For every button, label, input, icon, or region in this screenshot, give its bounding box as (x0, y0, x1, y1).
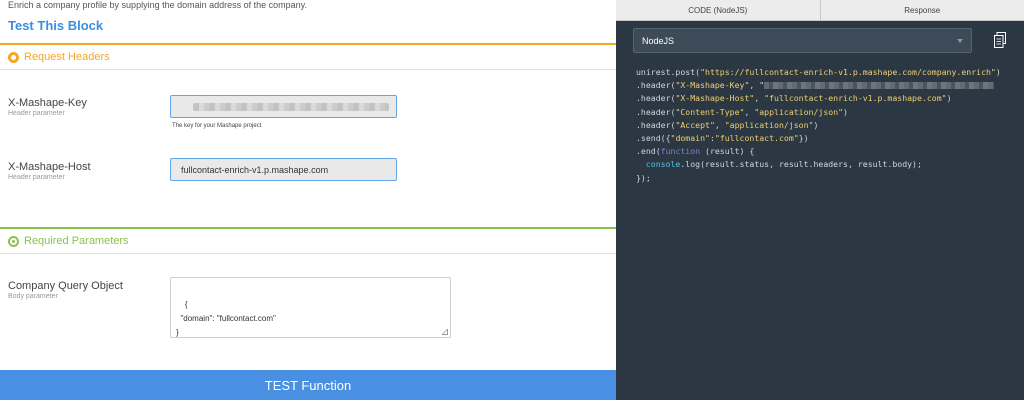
code-line: }); (636, 172, 651, 183)
company-query-value: { "domain": "fullcontact.com" } (176, 300, 276, 337)
block-title: Test This Block (8, 18, 104, 33)
code-line: console.log(result.status, result.header… (645, 159, 922, 170)
code-line: .end(function (result) { (636, 146, 755, 157)
copy-icon[interactable] (994, 32, 1006, 48)
code-tabs: CODE (NodeJS) Response (616, 0, 1024, 21)
test-block-panel: Enrich a company profile by supplying th… (0, 0, 616, 400)
company-query-textarea[interactable]: { "domain": "fullcontact.com" } (170, 277, 451, 338)
code-panel: CODE (NodeJS) Response NodeJS unirest.po… (616, 0, 1024, 400)
param-label-mashape-key: X-Mashape-Key (8, 97, 87, 109)
code-line: .header("X-Mashape-Host", "fullcontact-e… (636, 93, 952, 104)
language-select[interactable]: NodeJS (633, 28, 972, 53)
required-params-section-title: Required Parameters (8, 235, 129, 247)
section-divider-green (0, 227, 616, 229)
code-line: .header("Content-Type", "application/jso… (636, 106, 848, 117)
param-label-company-query: Company Query Object (8, 280, 123, 292)
param-sub-mashape-key: Header parameter (8, 110, 65, 117)
section-separator (0, 253, 616, 254)
request-headers-section-title: Request Headers (8, 51, 110, 63)
redacted-key (193, 103, 389, 111)
mashape-key-hint: The key for your Mashape project (172, 123, 262, 129)
param-sub-mashape-host: Header parameter (8, 174, 65, 181)
param-label-mashape-host: X-Mashape-Host (8, 161, 91, 173)
mashape-host-input[interactable]: fullcontact-enrich-v1.p.mashape.com (170, 158, 397, 181)
block-description: Enrich a company profile by supplying th… (8, 0, 307, 10)
section-separator (0, 69, 616, 70)
test-function-button[interactable]: TEST Function (0, 370, 616, 400)
tab-code-nodejs[interactable]: CODE (NodeJS) (616, 0, 821, 20)
request-headers-label: Request Headers (24, 51, 110, 63)
resize-handle-icon[interactable] (442, 329, 448, 335)
tab-response[interactable]: Response (821, 0, 1024, 20)
code-line: .send({"domain":"fullcontact.com"}) (636, 133, 809, 144)
redacted-key (764, 82, 995, 90)
gear-icon (8, 235, 19, 247)
code-line: .header("Accept", "application/json") (636, 119, 819, 130)
request-headers-icon (8, 51, 19, 63)
section-divider-orange (0, 43, 616, 45)
code-line: unirest.post("https://fullcontact-enrich… (636, 67, 1001, 77)
language-select-value: NodeJS (642, 35, 675, 46)
mashape-key-input[interactable] (170, 95, 397, 118)
code-line: .header("X-Mashape-Key", " (636, 80, 995, 90)
required-params-label: Required Parameters (24, 235, 129, 247)
param-sub-company-query: Body parameter (8, 293, 58, 300)
chevron-down-icon (957, 39, 963, 43)
code-snippet: unirest.post("https://fullcontact-enrich… (636, 66, 1001, 185)
